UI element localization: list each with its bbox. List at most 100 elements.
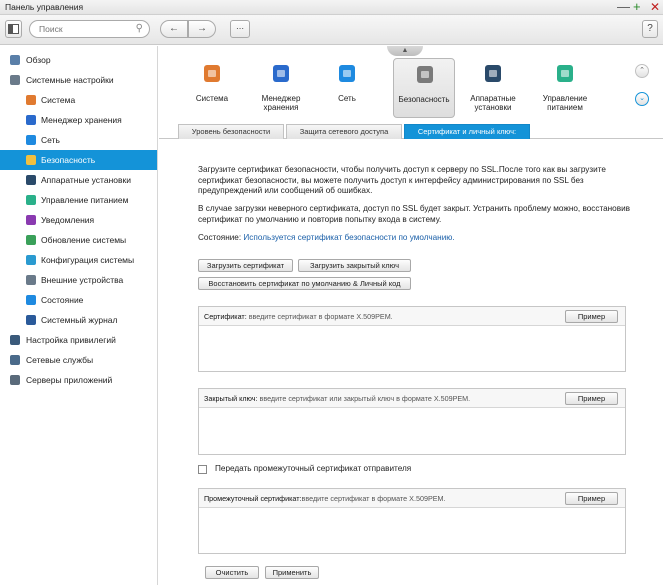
sidebar-item-label: Обновление системы [41, 235, 127, 245]
privilege-icon [10, 335, 20, 345]
menu-icon[interactable] [5, 20, 22, 38]
strip-item-label: Аппаратные установки [470, 94, 516, 112]
status-icon [26, 295, 36, 305]
system-log-icon [26, 315, 36, 325]
collapse-strip-icon[interactable]: ▲ [387, 46, 423, 56]
sidebar-item-label: Обзор [26, 55, 51, 65]
sidebar-item[interactable]: Менеджер хранения [0, 110, 157, 130]
clear-button[interactable]: Очистить [205, 566, 259, 579]
sidebar-item[interactable]: Сетевые службы [0, 350, 157, 370]
intermediate-cert-hint: введите сертификат в формате X.509PEM. [301, 494, 446, 503]
upload-private-key-button[interactable]: Загрузить закрытый ключ [298, 259, 411, 272]
intro-text: Загрузите сертификат безопасности, чтобы… [198, 165, 606, 195]
sidebar-item[interactable]: Сеть [0, 130, 157, 150]
sidebar-item[interactable]: Аппаратные установки [0, 170, 157, 190]
back-button[interactable]: ← [160, 20, 188, 38]
sidebar-item[interactable]: Уведомления [0, 210, 157, 230]
certificate-section: Сертификат: введите сертификат в формате… [198, 306, 626, 372]
sidebar-item-label: Настройка привилегий [26, 335, 116, 345]
sidebar-item[interactable]: Системный журнал [0, 310, 157, 330]
sidebar-item-label: Сетевые службы [26, 355, 94, 365]
power-icon [555, 62, 575, 84]
sidebar-item[interactable]: Система [0, 90, 157, 110]
tab[interactable]: Защита сетевого доступа [286, 124, 402, 139]
warning-text: В случае загрузки неверного сертификата,… [198, 204, 631, 224]
storage-icon [271, 62, 291, 84]
sidebar-item-label: Управление питанием [41, 195, 129, 205]
toolbar: ⚲ ← → ⋯ ? [0, 15, 663, 45]
private-key-example-button[interactable]: Пример [565, 392, 618, 405]
intermediate-cert-textarea[interactable] [200, 509, 624, 552]
scroll-up-icon[interactable]: ⌃ [635, 64, 649, 78]
intermediate-cert-header: Промежуточный сертификат:введите сертифи… [199, 489, 625, 508]
lock-icon [26, 155, 36, 165]
sidebar-item[interactable]: Конфигурация системы [0, 250, 157, 270]
strip-item[interactable]: Управление питанием [534, 58, 596, 118]
upload-certificate-button[interactable]: Загрузить сертификат [198, 259, 293, 272]
intermediate-cert-label: Промежуточный сертификат: [204, 494, 302, 503]
search-input[interactable] [39, 24, 129, 34]
state-line: Состояние: Используется сертификат безоп… [198, 233, 638, 244]
strip-item-label: Управление питанием [542, 94, 588, 112]
sidebar-item[interactable]: Внешние устройства [0, 270, 157, 290]
system-icon [202, 62, 222, 84]
certificate-example-button[interactable]: Пример [565, 310, 618, 323]
maximize-icon[interactable]: + [633, 0, 641, 14]
sidebar-item-label: Система [41, 95, 76, 105]
tab[interactable]: Уровень безопасности [178, 124, 284, 139]
overview-icon [10, 55, 20, 65]
strip-item[interactable]: Менеджер хранения [250, 58, 312, 118]
help-button[interactable]: ? [642, 20, 658, 38]
strip-item[interactable]: Система [181, 58, 243, 118]
network-services-icon [10, 355, 20, 365]
title-bar: Панель управления — + ✕ [0, 0, 663, 15]
strip-item[interactable]: Безопасность [393, 58, 455, 118]
sidebar-item[interactable]: Серверы приложений [0, 370, 157, 390]
sidebar-item-label: Внешние устройства [41, 275, 124, 285]
private-key-textarea[interactable] [200, 409, 624, 453]
search-box[interactable]: ⚲ [29, 20, 150, 38]
scroll-down-icon[interactable]: ⌄ [635, 92, 649, 106]
forward-button[interactable]: → [188, 20, 216, 38]
intermediate-cert-section: Промежуточный сертификат:введите сертифи… [198, 488, 626, 554]
window-title: Панель управления [5, 2, 84, 12]
restore-default-button[interactable]: Восстановить сертификат по умолчанию & Л… [198, 277, 411, 290]
sidebar-item[interactable]: Обзор [0, 50, 157, 70]
sidebar-item-label: Безопасность [41, 155, 96, 165]
sidebar-item-label: Уведомления [41, 215, 95, 225]
sidebar-item[interactable]: Системные настройки [0, 70, 157, 90]
sidebar-item-label: Системные настройки [26, 75, 114, 85]
sidebar-item[interactable]: Настройка привилегий [0, 330, 157, 350]
intermediate-cert-checkbox[interactable] [198, 465, 207, 474]
tab-bar: Уровень безопасности Защита сетевого дост… [159, 121, 663, 139]
update-icon [26, 235, 36, 245]
sidebar-item[interactable]: Управление питанием [0, 190, 157, 210]
strip-item[interactable]: Сеть [316, 58, 378, 118]
apps-grid-icon[interactable]: ⋯ [230, 20, 250, 38]
hardware-icon [483, 62, 503, 84]
sidebar-item-label: Системный журнал [41, 315, 118, 325]
certificate-header: Сертификат: введите сертификат в формате… [199, 307, 625, 326]
sidebar-item[interactable]: Обновление системы [0, 230, 157, 250]
power-icon [26, 195, 36, 205]
sidebar-item[interactable]: Состояние [0, 290, 157, 310]
private-key-header: Закрытый ключ: введите сертификат или за… [199, 389, 625, 408]
sidebar-item-label: Состояние [41, 295, 84, 305]
close-icon[interactable]: ✕ [650, 0, 660, 14]
sidebar-item-label: Серверы приложений [26, 375, 113, 385]
strip-item[interactable]: Аппаратные установки [462, 58, 524, 118]
state-value: Используется сертификат безопасности по … [243, 233, 455, 242]
tab[interactable]: Сертификат и личный ключ: [404, 124, 530, 139]
intermediate-cert-checkbox-label[interactable]: Передать промежуточный сертификат отправ… [215, 464, 411, 473]
sidebar-item[interactable]: Безопасность [0, 150, 157, 170]
intermediate-cert-example-button[interactable]: Пример [565, 492, 618, 505]
certificate-textarea[interactable] [200, 327, 624, 370]
settings-icon-strip: ▲ ⌃ ⌄ Система Менеджер хранения Сеть Безопа… [159, 46, 663, 121]
apply-button[interactable]: Применить [265, 566, 319, 579]
minimize-icon[interactable]: — [617, 0, 630, 14]
app-servers-icon [10, 375, 20, 385]
network-icon [26, 135, 36, 145]
sidebar-item-label: Конфигурация системы [41, 255, 135, 265]
search-icon[interactable]: ⚲ [136, 23, 143, 34]
certificate-hint: введите сертификат в формате X.509PEM. [248, 312, 393, 321]
